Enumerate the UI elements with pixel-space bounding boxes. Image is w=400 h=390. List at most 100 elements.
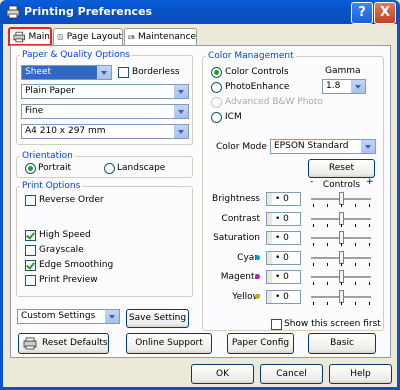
- high-speed-label: High Speed: [39, 230, 91, 240]
- color-mode-value: EPSON Standard: [274, 141, 349, 151]
- adjustment-input[interactable]: • 0: [266, 251, 301, 265]
- adjustment-number: 0: [283, 194, 289, 204]
- portrait-radio[interactable]: [25, 163, 36, 174]
- printer-icon: [6, 5, 20, 19]
- tab-main[interactable]: Main: [8, 27, 52, 46]
- borderless-checkbox[interactable]: [118, 67, 129, 78]
- slider-tick: [355, 224, 356, 227]
- chevron-down-icon[interactable]: [97, 66, 111, 79]
- grayscale-checkbox[interactable]: [25, 245, 36, 256]
- slider-tick: [327, 302, 328, 305]
- adjustment-value: • 0: [275, 194, 289, 204]
- cancel-button[interactable]: Cancel: [260, 364, 323, 384]
- slider-tick: [327, 243, 328, 246]
- reverse-order-checkbox[interactable]: [25, 195, 36, 206]
- icm-radio[interactable]: [211, 112, 222, 123]
- media-type-select[interactable]: Plain Paper: [21, 84, 189, 99]
- slider-tick: [313, 204, 314, 207]
- color-dot: [255, 255, 260, 260]
- adjustment-input[interactable]: • 0: [266, 212, 301, 226]
- help-button[interactable]: Help: [329, 364, 392, 384]
- help-title-button[interactable]: ?: [351, 2, 373, 24]
- basic-button[interactable]: Basic: [308, 333, 376, 354]
- adjustment-input[interactable]: • 0: [266, 270, 301, 284]
- adjustment-value: • 0: [275, 253, 289, 263]
- reset-defaults-label: Reset Defaults: [42, 338, 108, 348]
- chevron-down-icon[interactable]: [174, 105, 188, 118]
- spin-arrow-icon[interactable]: [267, 252, 272, 264]
- save-setting-button[interactable]: Save Setting: [126, 309, 189, 328]
- gamma-select[interactable]: 1.8: [322, 79, 366, 94]
- slider-tick: [341, 302, 342, 305]
- chevron-down-icon[interactable]: [174, 85, 188, 98]
- spin-arrow-icon[interactable]: [267, 213, 272, 225]
- online-support-button[interactable]: Online Support: [126, 333, 212, 354]
- landscape-radio[interactable]: [104, 163, 115, 174]
- adjustment-input[interactable]: • 0: [266, 290, 301, 304]
- slider-tick: [369, 282, 370, 285]
- paper-source-select[interactable]: Sheet: [21, 65, 112, 80]
- reset-defaults-button[interactable]: Reset Defaults: [18, 333, 109, 354]
- spin-arrow-icon[interactable]: [267, 193, 272, 205]
- slider-tick: [341, 282, 342, 285]
- custom-settings-value: Custom Settings: [21, 311, 96, 321]
- photoenhance-radio[interactable]: [211, 82, 222, 93]
- spin-arrow-icon[interactable]: [267, 232, 272, 244]
- spin-arrow-icon[interactable]: [267, 271, 272, 283]
- adjustment-label: Saturation: [213, 233, 260, 243]
- icm-label: ICM: [225, 112, 242, 122]
- color-management-legend: Color Management: [206, 51, 296, 61]
- show-screen-label: Show this screen first: [284, 319, 381, 329]
- color-mode-select[interactable]: EPSON Standard: [270, 139, 376, 154]
- tab-page-layout[interactable]: Page Layout: [53, 28, 123, 45]
- adjustment-label: Brightness: [212, 194, 260, 204]
- edge-smoothing-checkbox[interactable]: [25, 260, 36, 271]
- print-preview-label: Print Preview: [39, 275, 98, 285]
- ok-button[interactable]: OK: [191, 364, 254, 384]
- slider-tick: [313, 224, 314, 227]
- slider-tick: [369, 224, 370, 227]
- custom-settings-select[interactable]: Custom Settings: [17, 309, 120, 324]
- slider-tick: [327, 204, 328, 207]
- media-type-value: Plain Paper: [25, 86, 75, 96]
- print-preview-checkbox[interactable]: [25, 275, 36, 286]
- color-controls-label: Color Controls: [225, 67, 289, 77]
- page-layout-icon: [57, 34, 64, 40]
- slider-tick: [355, 282, 356, 285]
- adjustment-input[interactable]: • 0: [266, 231, 301, 245]
- window-title: Printing Preferences: [24, 5, 153, 18]
- paper-config-button[interactable]: Paper Config: [227, 333, 294, 354]
- slider-tick: [355, 263, 356, 266]
- tab-maintenance[interactable]: Maintenance: [124, 28, 197, 45]
- plus-marker: +: [366, 177, 374, 187]
- adjustment-input[interactable]: • 0: [266, 192, 301, 206]
- printer-icon: [13, 31, 25, 42]
- spin-arrow-icon[interactable]: [267, 291, 272, 303]
- gamma-value: 1.8: [326, 81, 341, 91]
- grayscale-label: Grayscale: [39, 245, 84, 255]
- quality-select[interactable]: Fine: [21, 104, 189, 119]
- color-mode-label: Color Mode: [216, 142, 267, 152]
- chevron-down-icon[interactable]: [361, 140, 375, 153]
- chevron-down-icon[interactable]: [351, 80, 365, 93]
- gamma-label: Gamma: [325, 66, 361, 76]
- close-button[interactable]: X: [374, 2, 396, 24]
- advanced-bw-radio[interactable]: [211, 97, 222, 108]
- color-controls-radio[interactable]: [211, 67, 222, 78]
- paper-size-select[interactable]: A4 210 x 297 mm: [21, 124, 189, 139]
- paper-source-value: Sheet: [25, 67, 52, 77]
- chevron-down-icon[interactable]: [174, 125, 188, 138]
- adjustment-number: 0: [283, 292, 289, 302]
- slider-tick: [369, 263, 370, 266]
- edge-smoothing-label: Edge Smoothing: [39, 260, 114, 270]
- advanced-bw-label: Advanced B&W Photo: [225, 97, 323, 107]
- reset-controls-button[interactable]: Reset Controls: [308, 159, 375, 190]
- slider-tick: [341, 224, 342, 227]
- slider-tick: [313, 282, 314, 285]
- chevron-down-icon[interactable]: [105, 310, 119, 323]
- show-screen-checkbox[interactable]: [271, 319, 282, 330]
- paper-quality-legend: Paper & Quality Options: [20, 50, 132, 60]
- adjustment-number: 0: [283, 272, 289, 282]
- slider-tick: [327, 282, 328, 285]
- high-speed-checkbox[interactable]: [25, 230, 36, 241]
